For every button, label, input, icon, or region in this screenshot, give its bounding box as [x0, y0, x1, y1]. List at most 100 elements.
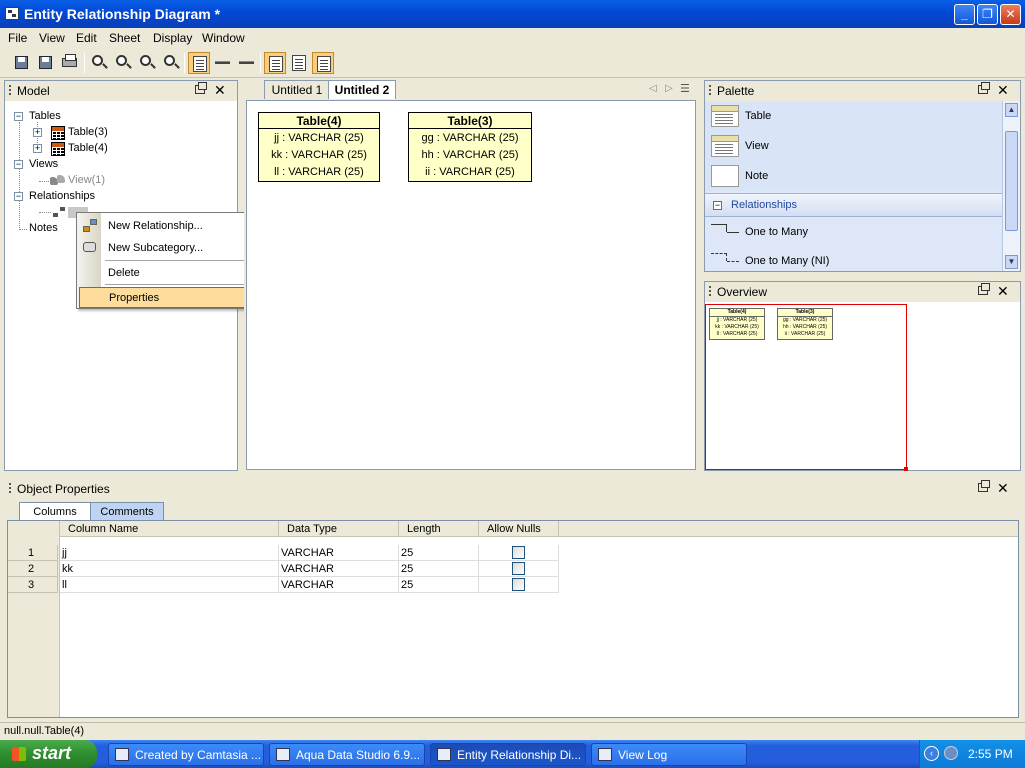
palette-item-note[interactable]: Note	[707, 164, 1002, 190]
zoom-out-button[interactable]	[136, 52, 158, 74]
diagram-canvas[interactable]: Table(4) jj : VARCHAR (25) kk : VARCHAR …	[246, 100, 696, 470]
tab-untitled-1[interactable]: Untitled 1	[264, 80, 330, 99]
taskbar-button-camtasia[interactable]: Created by Camtasia ...	[108, 743, 264, 766]
tree-node-table3[interactable]: Table(3)	[68, 126, 108, 138]
scroll-up-icon[interactable]: ▲	[1005, 103, 1018, 117]
tab-scroll-right-icon[interactable]: ▷	[665, 83, 673, 94]
menu-item-delete[interactable]: Delete	[77, 262, 248, 283]
toolbar-separator	[84, 53, 85, 73]
palette-item-table[interactable]: Table	[707, 104, 1002, 130]
tree-node-notes[interactable]: Notes	[29, 222, 58, 234]
menu-display[interactable]: Display	[153, 31, 192, 45]
zoom-button[interactable]	[88, 52, 110, 74]
cell-column-name[interactable]: kk	[60, 561, 279, 577]
save-button[interactable]	[11, 52, 33, 74]
tab-scroll-left-icon[interactable]: ◁	[649, 83, 657, 94]
expand-table4-icon[interactable]: +	[33, 144, 42, 153]
collapse-views-icon[interactable]: −	[14, 160, 23, 169]
collapse-tables-icon[interactable]: −	[14, 112, 23, 121]
entity-column: ii : VARCHAR (25)	[425, 166, 515, 178]
cell-data-type[interactable]: VARCHAR	[279, 545, 399, 561]
allow-nulls-checkbox[interactable]	[512, 578, 525, 591]
palette-item-one-to-many[interactable]: One to Many	[707, 220, 1002, 246]
header-data-type[interactable]: Data Type	[279, 521, 399, 537]
collapse-relationships-icon[interactable]: −	[14, 192, 23, 201]
palette-group-relationships[interactable]: − Relationships	[705, 193, 1002, 217]
entity-table3[interactable]: Table(3) gg : VARCHAR (25) hh : VARCHAR …	[408, 112, 532, 182]
arrange-button[interactable]	[312, 52, 334, 74]
show-names-button[interactable]	[212, 52, 234, 74]
close-icon[interactable]: ✕	[997, 283, 1009, 300]
restore-icon[interactable]	[978, 82, 990, 94]
tree-node-table4[interactable]: Table(4)	[68, 142, 108, 154]
show-columns-button[interactable]	[188, 52, 210, 74]
tree-node-tables[interactable]: Tables	[29, 110, 61, 122]
taskbar-button-entity-relationship[interactable]: Entity Relationship Di...	[430, 743, 586, 766]
volume-icon[interactable]	[944, 746, 958, 760]
menu-edit[interactable]: Edit	[76, 31, 97, 45]
header-allow-nulls[interactable]: Allow Nulls	[479, 521, 559, 537]
palette-item-label: View	[745, 140, 769, 152]
tab-list-icon[interactable]: ☰	[680, 82, 690, 95]
taskbar-button-view-log[interactable]: View Log	[591, 743, 747, 766]
tree-node-view1[interactable]: View(1)	[68, 174, 105, 186]
palette-item-one-to-many-ni[interactable]: One to Many (NI)	[707, 249, 1002, 273]
print-button[interactable]	[59, 52, 81, 74]
menu-item-new-relationship[interactable]: New Relationship...	[77, 215, 248, 236]
zoom-fit-button[interactable]	[160, 52, 182, 74]
tab-untitled-2[interactable]: Untitled 2	[328, 80, 396, 99]
cell-length[interactable]: 25	[399, 561, 479, 577]
restore-icon[interactable]	[978, 480, 990, 492]
cell-length[interactable]: 25	[399, 545, 479, 561]
toolbar	[0, 48, 1025, 78]
close-icon[interactable]: ✕	[997, 480, 1009, 497]
cell-column-name[interactable]: ll	[60, 577, 279, 593]
close-icon[interactable]: ✕	[997, 82, 1009, 99]
close-icon[interactable]: ✕	[214, 82, 226, 99]
show-lines-button[interactable]	[236, 52, 258, 74]
menu-window[interactable]: Window	[202, 31, 245, 45]
taskbar-button-aqua-data-studio[interactable]: Aqua Data Studio 6.9...	[269, 743, 425, 766]
menu-item-properties[interactable]: Properties	[79, 287, 247, 308]
tray-expand-icon[interactable]: ‹	[924, 746, 939, 761]
viewport-resize-handle[interactable]	[904, 467, 908, 471]
sheet-button[interactable]	[288, 52, 310, 74]
collapse-group-icon[interactable]: −	[713, 201, 722, 210]
header-length[interactable]: Length	[399, 521, 479, 537]
expand-table3-icon[interactable]: +	[33, 128, 42, 137]
cell-length[interactable]: 25	[399, 577, 479, 593]
allow-nulls-checkbox[interactable]	[512, 546, 525, 559]
scroll-thumb[interactable]	[1005, 131, 1018, 231]
layout-button[interactable]	[264, 52, 286, 74]
status-bar: null.null.Table(4)	[0, 722, 1025, 740]
palette-item-label: Table	[745, 110, 772, 122]
cell-data-type[interactable]: VARCHAR	[279, 561, 399, 577]
restore-icon[interactable]	[195, 82, 207, 94]
palette-scrollbar[interactable]: ▲ ▼	[1002, 101, 1020, 271]
header-column-name[interactable]: Column Name	[60, 521, 279, 537]
close-button[interactable]: ✕	[1000, 4, 1021, 25]
save-as-button[interactable]	[35, 52, 57, 74]
menu-view[interactable]: View	[39, 31, 65, 45]
menu-file[interactable]: File	[8, 31, 27, 45]
palette-item-view[interactable]: View	[707, 134, 1002, 160]
scroll-down-icon[interactable]: ▼	[1005, 255, 1018, 269]
allow-nulls-checkbox[interactable]	[512, 562, 525, 575]
clock[interactable]: 2:55 PM	[968, 747, 1013, 761]
start-label: start	[32, 743, 72, 763]
menu-item-new-subcategory[interactable]: New Subcategory...	[77, 237, 248, 258]
tab-comments[interactable]: Comments	[90, 502, 164, 520]
restore-icon[interactable]	[978, 283, 990, 295]
tree-node-relationships[interactable]: Relationships	[29, 190, 95, 202]
tree-node-views[interactable]: Views	[29, 158, 58, 170]
zoom-in-button[interactable]	[112, 52, 134, 74]
app-icon[interactable]	[5, 7, 19, 20]
menu-sheet[interactable]: Sheet	[109, 31, 140, 45]
start-button[interactable]: start	[0, 740, 97, 768]
maximize-button[interactable]: ❐	[977, 4, 998, 25]
entity-table4[interactable]: Table(4) jj : VARCHAR (25) kk : VARCHAR …	[258, 112, 380, 182]
cell-column-name[interactable]: jj	[60, 545, 279, 561]
cell-data-type[interactable]: VARCHAR	[279, 577, 399, 593]
tab-columns[interactable]: Columns	[19, 502, 91, 520]
minimize-button[interactable]: _	[954, 4, 975, 25]
